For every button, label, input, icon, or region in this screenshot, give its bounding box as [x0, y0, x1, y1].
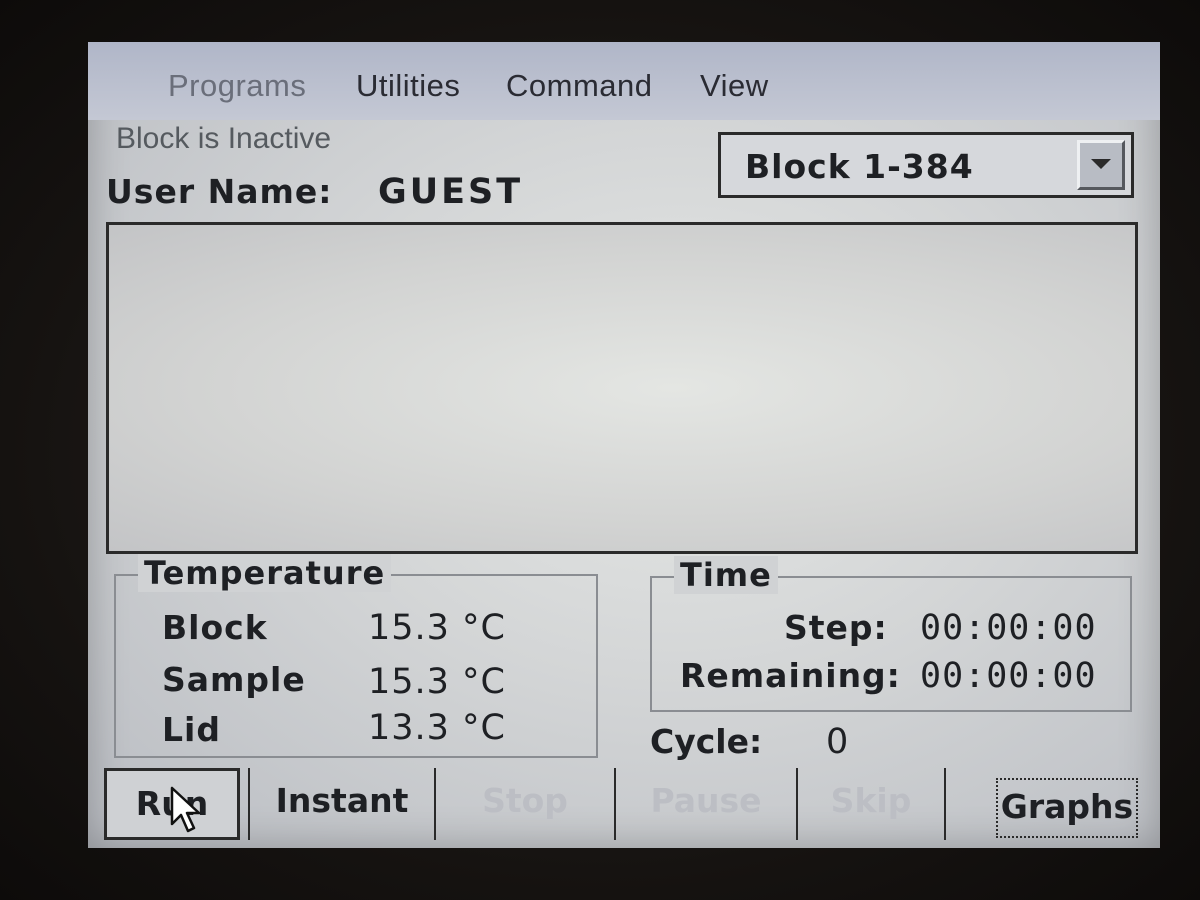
- user-name-label: User Name:: [106, 172, 333, 211]
- temperature-title: Temperature: [138, 554, 392, 592]
- stop-button[interactable]: Stop: [434, 768, 614, 840]
- program-display-area: [106, 222, 1138, 554]
- mouse-pointer-icon: [170, 786, 201, 833]
- lid-temp-label: Lid: [162, 710, 221, 749]
- time-group: Time Step: 00:00:00 Remaining: 00:00:00: [650, 556, 1132, 712]
- cycle-label: Cycle:: [650, 722, 763, 761]
- block-temp-label: Block: [162, 608, 268, 647]
- block-selector[interactable]: Block 1-384: [718, 132, 1134, 198]
- user-name-value: GUEST: [378, 172, 524, 212]
- menu-utilities[interactable]: Utilities: [356, 68, 460, 104]
- graphs-button[interactable]: Graphs: [996, 778, 1138, 838]
- sample-temp-label: Sample: [162, 660, 306, 699]
- step-value: 00:00:00: [920, 608, 1097, 648]
- cycle-value: 0: [826, 722, 849, 762]
- step-label: Step:: [784, 608, 888, 647]
- time-title: Time: [674, 556, 778, 594]
- menu-command[interactable]: Command: [506, 68, 653, 104]
- skip-button[interactable]: Skip: [796, 768, 946, 840]
- menu-bar: Programs Utilities Command View: [88, 42, 1160, 120]
- sample-temp-value: 15.3 °C: [368, 662, 506, 702]
- block-selector-value: Block 1-384: [745, 147, 974, 186]
- menu-programs[interactable]: Programs: [168, 68, 306, 104]
- remaining-label: Remaining:: [680, 656, 901, 695]
- block-temp-value: 15.3 °C: [368, 608, 506, 648]
- screen: Programs Utilities Command View Block is…: [88, 42, 1160, 848]
- pause-button[interactable]: Pause: [614, 768, 796, 840]
- remaining-value: 00:00:00: [920, 656, 1097, 696]
- chevron-down-icon: [1091, 159, 1111, 169]
- dropdown-button[interactable]: [1077, 140, 1125, 190]
- lid-temp-value: 13.3 °C: [368, 708, 506, 748]
- menu-view[interactable]: View: [700, 68, 769, 104]
- block-status: Block is Inactive: [116, 122, 332, 155]
- temperature-group: Temperature Block 15.3 °C Sample 15.3 °C…: [114, 554, 598, 758]
- instant-button[interactable]: Instant: [248, 768, 434, 840]
